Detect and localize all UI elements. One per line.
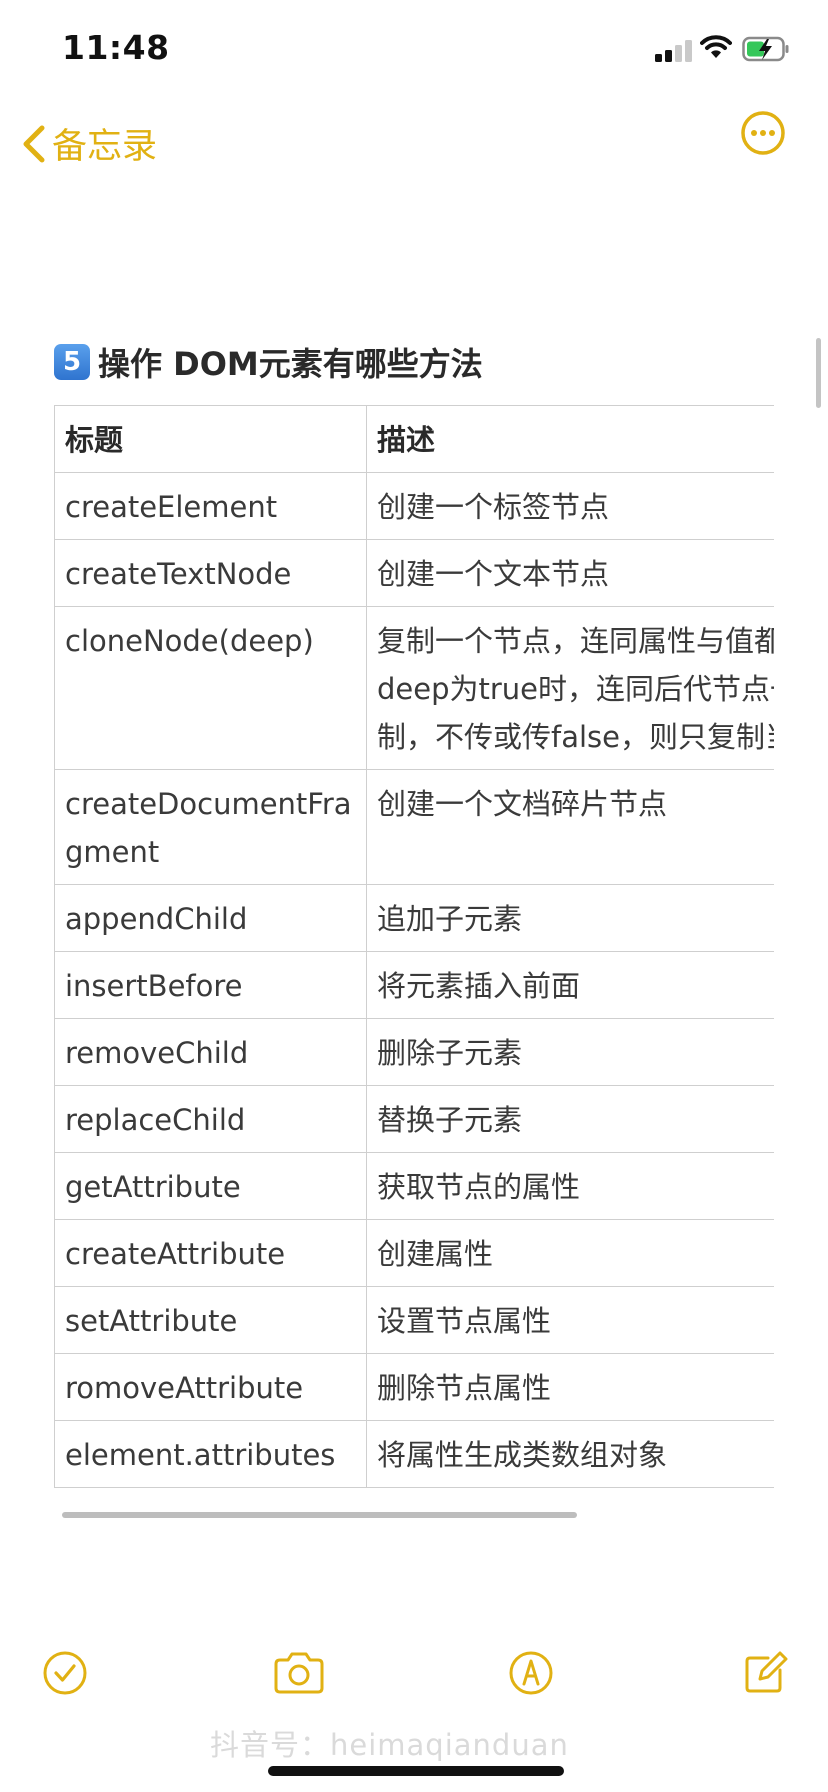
note-body[interactable]: 5 操作 DOM元素有哪些方法 [54, 336, 774, 388]
back-button[interactable]: 备忘录 [22, 118, 157, 169]
back-label: 备忘录 [52, 127, 158, 167]
description-cell: 创建属性 [366, 1219, 774, 1287]
watermark: 抖音号：heimaqianduan [210, 1728, 569, 1762]
header-description: 描述 [366, 405, 774, 473]
battery-charging-icon [742, 36, 789, 62]
table-row: romoveAttribute 删除节点属性 [54, 1353, 774, 1421]
table-row: insertBefore 将元素插入前面 [54, 951, 774, 1019]
description-cell: 创建一个文本节点 [366, 539, 774, 607]
method-cell: getAttribute [54, 1152, 367, 1220]
method-cell: cloneNode(deep) [54, 606, 367, 770]
chevron-left-icon [23, 125, 45, 162]
description-cell: 将元素插入前面 [366, 951, 774, 1019]
wifi-icon [700, 35, 732, 58]
camera-icon[interactable] [272, 1650, 326, 1696]
pen-circle-icon[interactable] [508, 1650, 554, 1696]
note-heading: 5 操作 DOM元素有哪些方法 [54, 336, 774, 388]
method-cell: replaceChild [54, 1085, 367, 1153]
compose-icon[interactable] [742, 1650, 788, 1696]
table-row: element.attributes 将属性生成类数组对象 [54, 1420, 774, 1488]
method-cell: setAttribute [54, 1286, 367, 1354]
heading-text: 操作 DOM元素有哪些方法 [98, 345, 483, 383]
dom-methods-table[interactable]: 标题 描述 createElement 创建一个标签节点 createTextNo… [54, 405, 774, 1525]
description-cell: 创建一个标签节点 [366, 472, 774, 540]
description-cell: 删除节点属性 [366, 1353, 774, 1421]
table-row: createTextNode 创建一个文本节点 [54, 539, 774, 607]
cellular-signal-icon [655, 40, 692, 62]
description-cell: 获取节点的属性 [366, 1152, 774, 1220]
ellipsis-circle-icon[interactable] [740, 110, 786, 156]
method-cell: createAttribute [54, 1219, 367, 1287]
status-time: 11:48 [62, 28, 170, 67]
home-indicator [268, 1766, 564, 1776]
table-row: createAttribute 创建属性 [54, 1219, 774, 1287]
navigation-bar: 备忘录 [0, 110, 828, 170]
checkmark-circle-icon[interactable] [42, 1650, 88, 1696]
table-row: replaceChild 替换子元素 [54, 1085, 774, 1153]
table-horizontal-scrollbar[interactable] [62, 1512, 577, 1518]
description-cell: 设置节点属性 [366, 1286, 774, 1354]
method-cell: insertBefore [54, 951, 367, 1019]
table-row: getAttribute 获取节点的属性 [54, 1152, 774, 1220]
method-cell: createTextNode [54, 539, 367, 607]
vertical-scrollbar[interactable] [816, 338, 821, 408]
table-row: createDocumentFragment 创建一个文档碎片节点 [54, 769, 774, 885]
description-cell: 将属性生成类数组对象 [366, 1420, 774, 1488]
keycap-number-icon: 5 [54, 344, 90, 380]
table-row: appendChild 追加子元素 [54, 884, 774, 952]
method-cell: removeChild [54, 1018, 367, 1086]
status-bar: 11:48 [0, 0, 828, 100]
method-cell: element.attributes [54, 1420, 367, 1488]
description-cell: 复制一个节点，连同属性与值都复制，deep为true时，连同后代节点一起复制，不… [366, 606, 774, 770]
description-cell: 替换子元素 [366, 1085, 774, 1153]
table-row: cloneNode(deep)复制一个节点，连同属性与值都复制，deep为tru… [54, 606, 774, 770]
method-cell: appendChild [54, 884, 367, 952]
method-cell: createDocumentFragment [54, 769, 367, 885]
table-header-row: 标题 描述 [54, 405, 774, 473]
method-cell: createElement [54, 472, 367, 540]
description-cell: 删除子元素 [366, 1018, 774, 1086]
description-cell: 追加子元素 [366, 884, 774, 952]
table-row: removeChild 删除子元素 [54, 1018, 774, 1086]
bottom-toolbar [0, 1650, 828, 1710]
header-title: 标题 [54, 405, 367, 473]
method-cell: romoveAttribute [54, 1353, 367, 1421]
table-row: createElement 创建一个标签节点 [54, 472, 774, 540]
description-cell: 创建一个文档碎片节点 [366, 769, 774, 885]
table-row: setAttribute 设置节点属性 [54, 1286, 774, 1354]
